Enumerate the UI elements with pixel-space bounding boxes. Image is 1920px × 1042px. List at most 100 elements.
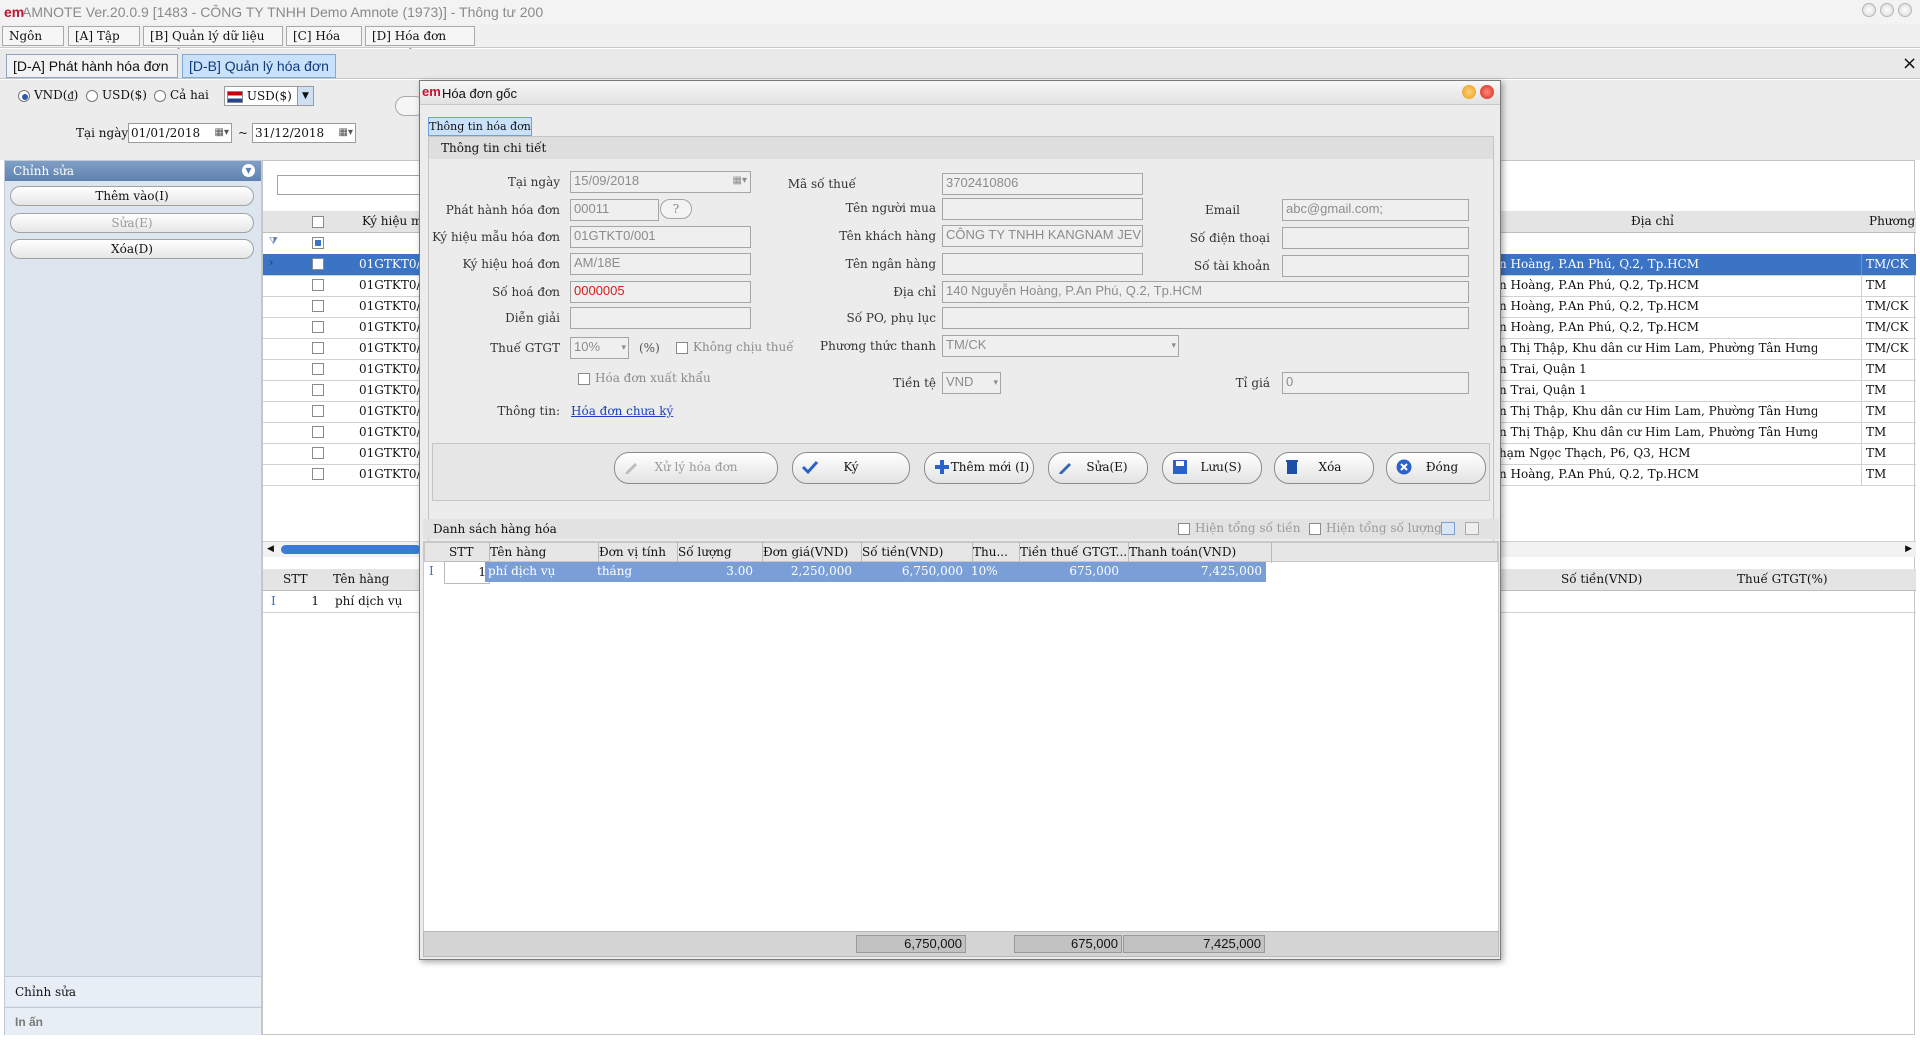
to-date-input[interactable]: 31/12/2018 ▦▾ [252, 123, 356, 143]
chevron-down-icon[interactable]: ▾ [621, 338, 626, 356]
section-print[interactable]: In ấn [5, 1007, 261, 1035]
new-button[interactable]: Thêm mới (I) [924, 452, 1034, 484]
menu-file[interactable]: [A] Tập tin [68, 26, 140, 62]
detail-col-amount[interactable]: Số tiền(VND) [1561, 569, 1681, 590]
items-col-total[interactable]: Thanh toán(VND) [1125, 542, 1272, 563]
scroll-left-icon[interactable]: ◀ [267, 544, 274, 554]
customer-field[interactable]: CÔNG TY TNHH KANGNAM JEVISC... [942, 225, 1143, 247]
items-col-vat-amount[interactable]: Tiền thuế GTGT... [1016, 542, 1129, 563]
scroll-right-icon[interactable]: ▶ [1905, 544, 1912, 554]
issue-help-button[interactable]: ? [660, 199, 692, 219]
detail-col-vat[interactable]: Thuế GTGT(%) [1737, 569, 1857, 590]
payment-select[interactable]: TM/CK ▾ [942, 335, 1179, 357]
items-name[interactable]: phí dịch vụ [488, 561, 592, 582]
items-col-price[interactable]: Đơn giá(VND) [759, 542, 862, 563]
tab-invoice-info[interactable]: Thông tin hóa đơn [428, 117, 532, 136]
tab-manage-invoice[interactable]: [D-B] Quản lý hóa đơn [182, 54, 336, 78]
currency-select[interactable]: VND ▾ [942, 372, 1001, 394]
delete-button[interactable]: Xóa(D) [10, 239, 254, 259]
radio-both[interactable] [154, 90, 166, 102]
show-total-qty-checkbox[interactable] [1309, 523, 1321, 535]
account-field[interactable] [1282, 255, 1469, 277]
chevron-down-icon[interactable]: ▾ [993, 373, 998, 391]
menu-master-data[interactable]: [B] Quản lý dữ liệu cơ bản [143, 26, 283, 62]
rate-field[interactable]: 0 [1282, 372, 1469, 394]
section-edit[interactable]: Chỉnh sửa [5, 976, 261, 1006]
items-vat-amount[interactable]: 675,000 [1015, 561, 1119, 582]
tax-code-field[interactable]: 3702410806 [942, 173, 1143, 195]
scroll-thumb[interactable] [281, 545, 421, 554]
currency-select[interactable]: USD($) ▼ [224, 86, 314, 106]
tab-issue-invoice[interactable]: [D-A] Phát hành hóa đơn [6, 54, 178, 78]
edit-button[interactable]: Sửa(E) [10, 213, 254, 233]
row-checkbox[interactable] [312, 258, 324, 270]
menu-e-invoice[interactable]: [D] Hóa đơn điện tử [365, 26, 475, 62]
sign-button[interactable]: Ký [792, 452, 910, 484]
email-field[interactable]: abc@gmail.com; [1282, 199, 1469, 221]
show-total-amount-checkbox[interactable] [1178, 523, 1190, 535]
items-price[interactable]: 2,250,000 [758, 561, 852, 582]
close-tab-icon[interactable]: × [1902, 53, 1917, 74]
items-col-amount[interactable]: Số tiền(VND) [858, 542, 973, 563]
filter-icon[interactable]: ⧩ [269, 236, 278, 247]
save-button[interactable]: Lưu(S) [1162, 452, 1262, 484]
menu-invoice[interactable]: [C] Hóa đơn [286, 26, 362, 62]
row-checkbox[interactable] [312, 405, 324, 417]
chevron-down-icon[interactable]: ▾ [1171, 336, 1176, 354]
close-button[interactable]: Đóng [1386, 452, 1486, 484]
items-row[interactable]: I 1 phí dịch vụ tháng 3.00 2,250,000 6,7… [424, 561, 1266, 584]
collapse-icon[interactable]: ▼ [242, 164, 255, 177]
chevron-down-icon[interactable]: ▼ [297, 87, 313, 105]
calendar-icon[interactable]: ▦▾ [339, 124, 353, 142]
row-checkbox[interactable] [312, 321, 324, 333]
issue-field[interactable]: 00011 [570, 199, 659, 221]
filter-checkbox[interactable] [312, 237, 324, 249]
export-invoice-checkbox[interactable] [578, 373, 590, 385]
items-col-unit[interactable]: Đơn vị tính [595, 542, 678, 563]
items-col-stt[interactable]: STT [445, 542, 490, 563]
radio-vnd[interactable] [18, 90, 30, 102]
row-checkbox[interactable] [312, 426, 324, 438]
col-address[interactable]: Địa chỉ [1631, 211, 1691, 232]
settings-icon[interactable] [1465, 522, 1479, 535]
col-method[interactable]: Phương [1869, 211, 1916, 232]
items-col-qty[interactable]: Số lượng [674, 542, 763, 563]
calendar-icon[interactable]: ▦▾ [215, 124, 229, 142]
row-checkbox[interactable] [312, 447, 324, 459]
row-checkbox[interactable] [312, 279, 324, 291]
close-icon[interactable] [1480, 85, 1494, 99]
po-field[interactable] [942, 307, 1469, 329]
radio-usd[interactable] [86, 90, 98, 102]
select-all-checkbox[interactable] [312, 216, 324, 228]
left-panel-header[interactable]: Chỉnh sửa ▼ [5, 161, 261, 181]
no-tax-checkbox[interactable] [676, 342, 688, 354]
grid-search-input[interactable] [277, 175, 437, 195]
items-total[interactable]: 7,425,000 [1124, 561, 1262, 582]
menu-language[interactable]: Ngôn ngữ [2, 26, 64, 62]
add-button[interactable]: Thêm vào(I) [10, 186, 254, 206]
unsigned-invoice-link[interactable]: Hóa đơn chưa ký [571, 404, 673, 418]
items-unit[interactable]: tháng [597, 561, 671, 582]
buyer-field[interactable] [942, 198, 1143, 220]
row-checkbox[interactable] [312, 300, 324, 312]
items-col-name[interactable]: Tên hàng [486, 542, 599, 563]
edit-button[interactable]: Sửa(E) [1048, 452, 1148, 484]
export-icon[interactable] [1441, 522, 1455, 535]
items-col-vat[interactable]: Thu... [969, 542, 1020, 563]
items-stt[interactable]: 1 [444, 561, 490, 584]
row-checkbox[interactable] [312, 342, 324, 354]
row-checkbox[interactable] [312, 384, 324, 396]
process-invoice-button[interactable]: Xử lý hóa đơn [614, 452, 778, 484]
minimize-icon[interactable] [1462, 85, 1476, 99]
detail-col-stt[interactable]: STT [283, 569, 323, 590]
row-checkbox[interactable] [312, 468, 324, 480]
vat-select[interactable]: 10% ▾ [570, 337, 629, 359]
items-vat[interactable]: 10% [971, 561, 1013, 582]
delete-button[interactable]: Xóa [1274, 452, 1374, 484]
from-date-input[interactable]: 01/01/2018 ▦▾ [128, 123, 232, 143]
items-amount[interactable]: 6,750,000 [857, 561, 963, 582]
close-icon[interactable] [1898, 3, 1912, 17]
maximize-icon[interactable] [1880, 3, 1894, 17]
items-qty[interactable]: 3.00 [673, 561, 753, 582]
detail-col-name[interactable]: Tên hàng [333, 569, 393, 590]
